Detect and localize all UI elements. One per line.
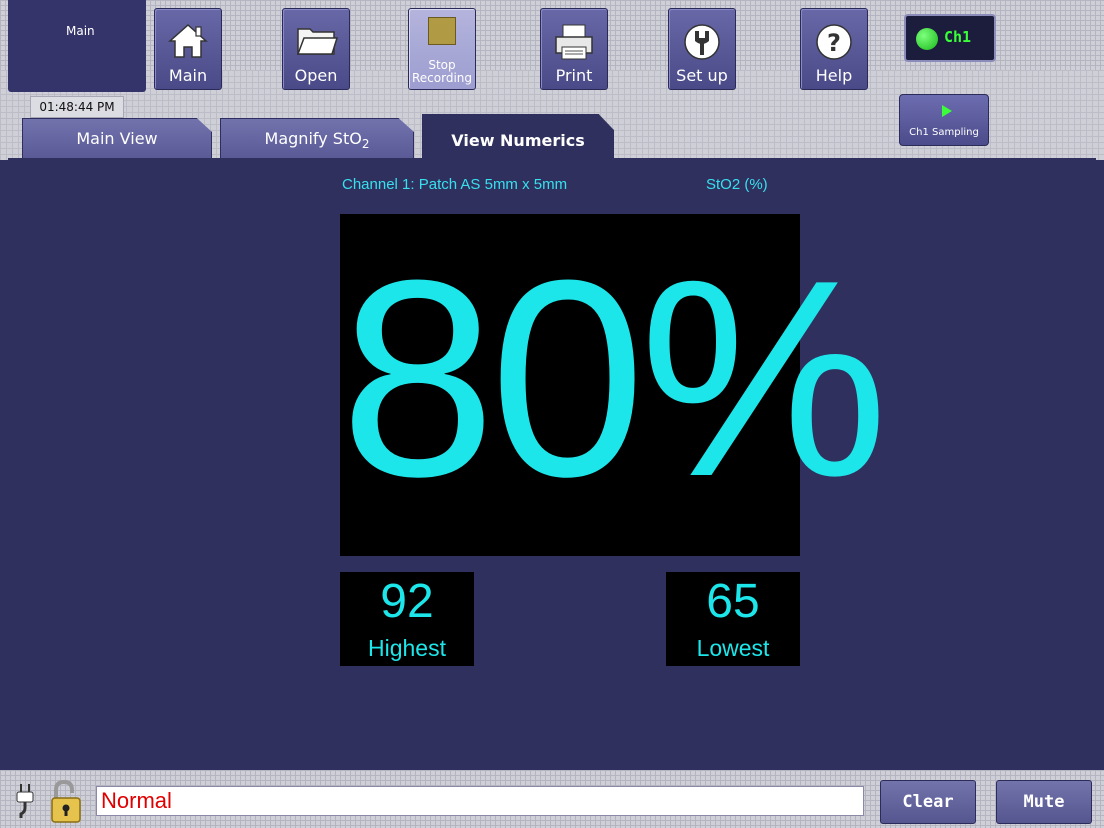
folder-icon [296,28,338,55]
open-button-label: Open [294,66,338,85]
lowest-value: 65 [706,575,760,628]
context-label: Main [66,24,95,38]
tab-magnify-sto2[interactable]: Magnify StO2 [220,118,414,158]
highest-label: Highest [368,635,446,661]
main-button[interactable]: Main [154,8,222,90]
printer-icon [555,24,593,60]
tab-label: Main View [76,129,158,148]
measure-unit: StO2 (%) [706,176,768,193]
help-button[interactable]: ? Help [800,8,868,90]
channel-title: Channel 1: Patch AS 5mm x 5mm [342,176,568,193]
tab-main-view[interactable]: Main View [22,118,212,158]
print-button-label: Print [555,66,593,85]
stop-recording-button[interactable]: Stop Recording [408,8,476,90]
channel-indicator[interactable]: Ch1 [904,14,996,62]
clock-display: 01:48:44 PM [30,96,124,118]
lowest-label: Lowest [696,635,770,661]
main-button-label: Main [168,66,208,85]
help-icon: ? [816,24,852,60]
status-led-icon [916,28,938,50]
app-window: Main 01:48:44 PM Main Open Stop Recordin… [0,0,1104,828]
svg-text:?: ? [827,29,841,57]
highest-value: 92 [380,575,434,628]
status-field: Normal [96,786,864,816]
current-value: 80% [340,223,888,535]
open-button[interactable]: Open [282,8,350,90]
current-value-display: 80% [340,214,888,556]
help-button-label: Help [815,66,853,85]
home-icon [168,23,208,58]
tab-label: View Numerics [451,131,585,150]
mute-button[interactable]: Mute [996,780,1092,824]
header-panel [8,0,146,92]
stop-icon [428,17,456,45]
tab-view-numerics[interactable]: View Numerics [422,114,614,160]
highest-value-box: 92 Highest [340,572,474,666]
lowest-value-box: 65 Lowest [666,572,800,666]
wrench-icon [684,24,720,60]
setup-button[interactable]: Set up [668,8,736,90]
play-icon [942,105,952,117]
setup-button-label: Set up [676,66,728,85]
channel-indicator-label: Ch1 [944,28,972,46]
print-button[interactable]: Print [540,8,608,90]
sampling-button-label: Ch1 Sampling [909,127,979,138]
clear-button[interactable]: Clear [880,780,976,824]
power-plug-icon [16,784,34,818]
sampling-button[interactable]: Ch1 Sampling [899,94,989,146]
stop-recording-label: Stop Recording [411,58,473,85]
tab-label: Magnify StO2 [264,129,370,152]
unlock-icon [51,780,81,823]
